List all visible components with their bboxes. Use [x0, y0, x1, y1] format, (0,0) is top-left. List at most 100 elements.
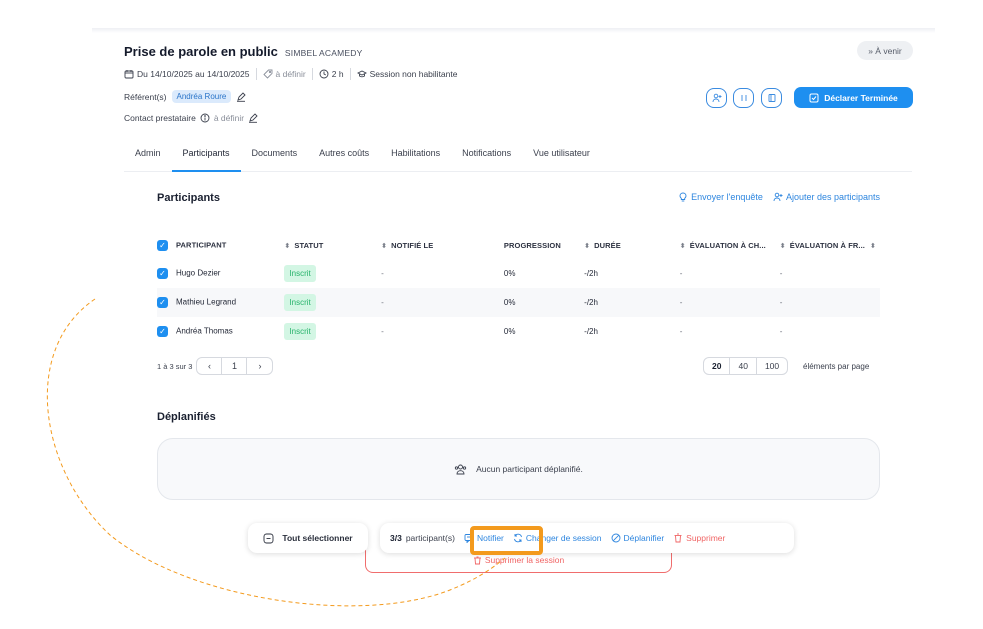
row-checkbox[interactable]: ✓ — [157, 326, 168, 337]
check-square-icon — [809, 93, 819, 102]
range-text: 1 à 3 sur 3 — [157, 361, 193, 371]
edit-referent-icon[interactable] — [236, 91, 246, 102]
refresh-icon — [513, 533, 522, 543]
book-button[interactable] — [761, 88, 782, 108]
participants-title: Participants — [157, 192, 220, 204]
delete-participants-button[interactable]: Supprimer — [673, 533, 725, 543]
session-location: à définir — [262, 68, 313, 80]
eval-cold-cell: - — [779, 327, 783, 336]
page-size-option[interactable]: 100 — [757, 358, 787, 374]
info-icon — [200, 113, 210, 123]
select-all-button[interactable]: Tout sélectionner — [248, 523, 368, 553]
eval-hot-cell: - — [679, 327, 683, 336]
session-title: Prise de parole en public — [124, 44, 278, 59]
add-trainer-button[interactable] — [706, 88, 727, 108]
participant-name[interactable]: Andréa Thomas — [176, 327, 233, 336]
table-row[interactable]: ✓ Hugo Dezier Inscrit - 0% -/2h - - — [157, 259, 880, 288]
session-duration: 2 h — [319, 68, 351, 80]
participant-name[interactable]: Hugo Dezier — [176, 269, 220, 278]
contact-row: Contact prestataire à définir — [124, 113, 258, 123]
table-header-row: ✓ PARTICIPANT ⬍ STATUT ⬍ NOTIFIÉ LE PROGRES… — [157, 232, 880, 259]
column-header-eval-hot[interactable]: ⬍ ÉVALUATION À CH... — [679, 232, 780, 259]
status-badge: » À venir — [857, 41, 913, 60]
tab-habilitations[interactable]: Habilitations — [380, 146, 451, 171]
tab-participants[interactable]: Participants — [171, 146, 241, 172]
eval-hot-cell: - — [679, 269, 683, 278]
unplan-button[interactable]: Déplanifier — [611, 533, 664, 543]
session-organization: SIMBEL ACAMEDY — [284, 48, 363, 58]
book-icon — [768, 94, 775, 102]
progress-cell: 0% — [503, 327, 516, 336]
sort-icon: ⬍ — [779, 243, 786, 250]
status-cell: Inscrit — [284, 288, 382, 317]
column-header-eval-cold[interactable]: ⬍ ÉVALUATION À FR... ⬍ — [779, 232, 880, 259]
edit-contact-icon[interactable] — [248, 113, 258, 123]
status-badge: Inscrit — [284, 265, 316, 282]
minus-square-icon — [263, 533, 274, 543]
status-badge: Inscrit — [284, 323, 316, 340]
participant-cell: ✓ Mathieu Legrand — [157, 288, 285, 317]
ban-icon — [611, 533, 620, 543]
column-header-participant[interactable]: ✓ PARTICIPANT — [157, 232, 285, 259]
page-size-selector: 20 40 100 — [703, 357, 789, 375]
top-divider — [92, 28, 935, 33]
unplanned-empty-state: Aucun participant déplanifié. — [157, 438, 880, 500]
participant-cell: ✓ Andréa Thomas — [157, 317, 284, 346]
add-participants-link[interactable]: Ajouter des participants — [773, 192, 880, 202]
participants-actions: Envoyer l'enquête Ajouter des participan… — [678, 192, 880, 202]
referent-chip[interactable]: Andréa Roure — [171, 90, 232, 103]
session-qualification: Session non habilitante — [356, 68, 464, 80]
pager-controls: ‹ 1 › — [196, 357, 274, 375]
status-cell: Inscrit — [284, 317, 381, 346]
tab-documents[interactable]: Documents — [241, 146, 309, 171]
trash-icon — [674, 533, 682, 543]
tab-vue-utilisateur[interactable]: Vue utilisateur — [522, 146, 601, 171]
eval-cold-cell: - — [779, 288, 880, 317]
current-page[interactable]: 1 — [222, 358, 248, 374]
declare-finished-button[interactable]: Déclarer Terminée — [794, 87, 913, 108]
table-row[interactable]: ✓ Andréa Thomas Inscrit - 0% -/2h - - — [157, 317, 880, 346]
sort-icon: ⬍ — [381, 243, 388, 250]
tab-autres-co-ts[interactable]: Autres coûts — [308, 146, 380, 171]
users-icon — [454, 464, 467, 474]
referent-row: Référent(s) Andréa Roure — [124, 90, 246, 103]
participant-cell: ✓ Hugo Dezier — [157, 259, 284, 288]
progress-cell: 0% — [503, 269, 516, 278]
page-size-option[interactable]: 40 — [730, 358, 757, 374]
eval-hot-cell: - — [679, 288, 780, 317]
session-meta: Du 14/10/2025 au 14/10/2025 à définir 2 … — [124, 68, 469, 80]
sort-icon: ⬍ — [284, 243, 291, 250]
selected-count: 3/3 — [390, 533, 402, 543]
column-header-duration[interactable]: ⬍ DURÉE — [584, 232, 680, 259]
sort-icon: ⬍ — [584, 243, 591, 250]
table-row[interactable]: ✓ Mathieu Legrand Inscrit -0% -/2h - - — [157, 288, 880, 317]
page-size-option[interactable]: 20 — [704, 358, 731, 374]
change-session-button[interactable]: Changer de session — [513, 533, 602, 543]
notify-button[interactable]: Notifier — [464, 533, 504, 543]
participant-name[interactable]: Mathieu Legrand — [176, 298, 236, 307]
sort-icon: ⬍ — [870, 243, 876, 250]
prev-page-button[interactable]: ‹ — [197, 358, 223, 374]
tab-bar: Admin Participants Documents Autres coûts Ha… — [124, 146, 912, 172]
per-page-label: éléments par page — [803, 362, 870, 371]
row-checkbox[interactable]: ✓ — [157, 268, 168, 279]
status-badge: Inscrit — [284, 294, 316, 311]
row-checkbox[interactable]: ✓ — [157, 297, 168, 308]
column-header-status[interactable]: ⬍ STATUT — [284, 232, 382, 259]
clock-icon — [319, 69, 329, 79]
bulk-action-bar: 3/3 participant(s) Notifier Changer de s… — [380, 523, 794, 553]
next-page-button[interactable]: › — [247, 358, 272, 374]
column-header-notified[interactable]: ⬍ NOTIFIÉ LE — [381, 232, 504, 259]
select-all-checkbox[interactable]: ✓ — [157, 240, 168, 251]
lightbulb-icon — [679, 192, 687, 202]
tab-admin[interactable]: Admin — [124, 146, 172, 171]
unplanned-title: Déplanifiés — [157, 411, 216, 423]
graduation-icon — [356, 69, 367, 79]
message-icon — [464, 534, 474, 543]
send-survey-link[interactable]: Envoyer l'enquête — [678, 192, 763, 202]
sheet-button[interactable] — [733, 88, 754, 108]
tab-notifications[interactable]: Notifications — [451, 146, 522, 171]
sort-icon: ⬍ — [679, 243, 686, 250]
column-header-progress[interactable]: PROGRESSION — [503, 232, 585, 259]
user-plus-icon — [773, 192, 783, 202]
